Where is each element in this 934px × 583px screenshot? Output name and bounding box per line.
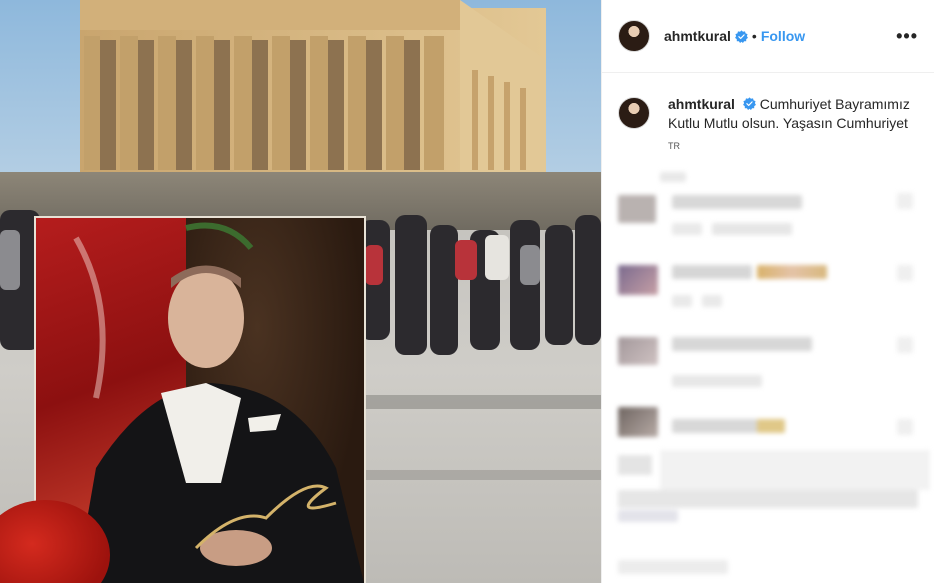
separator-dot: • [751,28,757,44]
blurred-text [712,223,792,235]
blurred-avatar [618,265,658,295]
blurred-text [757,419,785,433]
more-options-icon[interactable]: ••• [896,26,918,47]
post-header: ahmtkural • Follow ••• [602,0,934,73]
blurred-text [672,295,692,307]
blurred-text [897,193,913,209]
blurred-text [702,295,722,307]
blurred-text [672,337,812,351]
blurred-text [672,223,702,235]
blurred-text [618,510,678,522]
blurred-avatar [618,337,658,365]
blurred-text [660,172,686,182]
caption: ahmtkural Cumhuriyet Bayramımız Kutlu Mu… [602,73,934,156]
blurred-text [897,337,913,353]
blurred-text [757,265,827,279]
blurred-text [618,490,918,508]
verified-badge-icon [734,29,748,43]
blurred-text [618,560,728,574]
blurred-text [672,195,802,209]
post-side-panel: ahmtkural • Follow ••• ahmtkural Cumhuri… [601,0,934,583]
post-photo[interactable] [0,0,601,583]
username-link[interactable]: ahmtkural [664,28,731,44]
blurred-text [672,375,762,387]
blurred-avatar [618,195,656,223]
mausoleum-building [80,0,546,175]
ground-shadow [360,395,601,409]
blurred-text [672,265,752,279]
avatar[interactable] [618,20,650,52]
caption-username-link[interactable]: ahmtkural [668,96,735,112]
avatar[interactable] [618,97,650,129]
blurred-avatar [618,455,652,475]
caption-body: ahmtkural Cumhuriyet Bayramımız Kutlu Mu… [668,95,918,156]
blurred-avatar [618,407,658,437]
ground-shadow [360,470,601,480]
blurred-text [660,450,930,490]
verified-badge-icon [742,97,756,110]
blurred-comments [602,165,934,583]
blurred-text [897,419,913,435]
translate-link[interactable]: TR [668,137,918,156]
follow-button[interactable]: Follow [761,28,805,44]
blurred-text [897,265,913,281]
